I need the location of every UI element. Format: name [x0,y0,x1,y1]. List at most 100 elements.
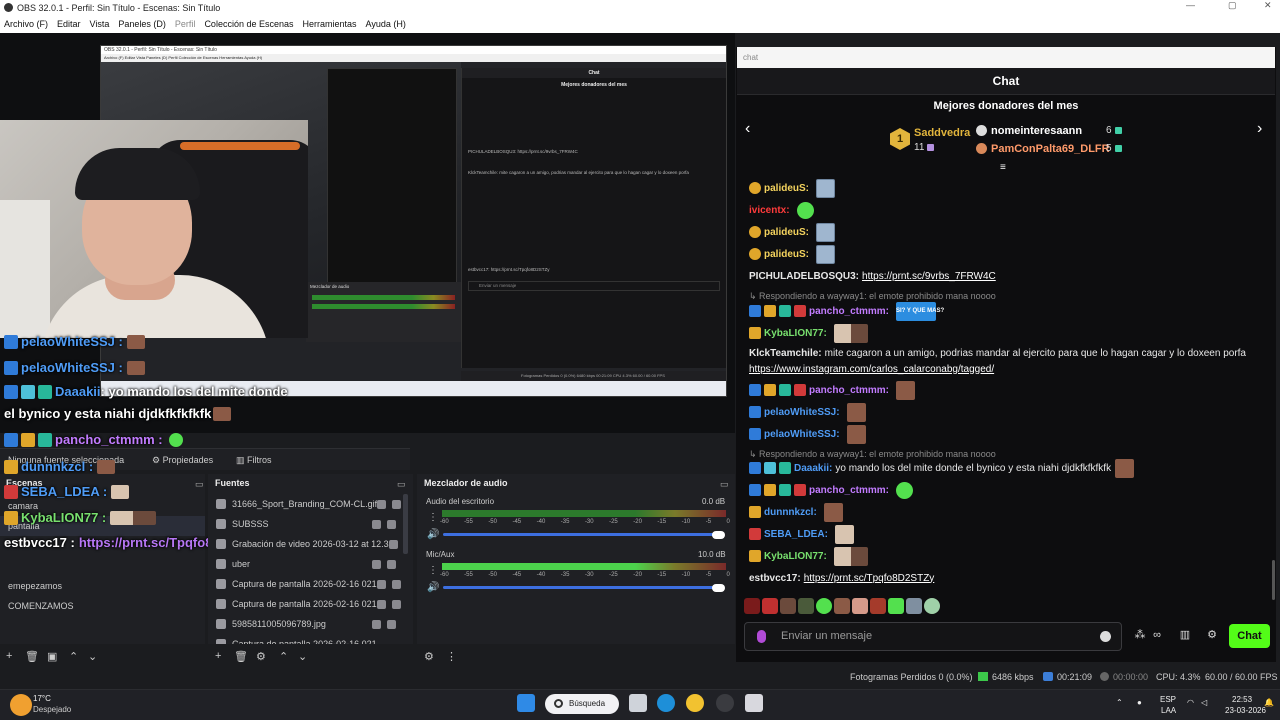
menu-perfil[interactable]: Perfil [175,19,196,29]
lock-icon[interactable] [387,559,396,569]
move-down-icon[interactable]: ⌄ [88,650,97,663]
kebab-icon[interactable]: ⋮ [428,512,438,523]
desktop-volume-slider[interactable] [443,533,723,536]
emote-icon[interactable] [924,598,940,614]
clock-time[interactable]: 22:53 [1232,695,1252,704]
menu-paneles[interactable]: Paneles (D) [118,19,166,29]
mic-tray-icon[interactable]: ● [1137,698,1142,707]
source-item[interactable]: Captura de pantalla 2026-02-16 021 [208,634,406,644]
chrome-icon[interactable] [686,694,704,712]
chat-username[interactable]: pelaoWhiteSSJ: [764,407,840,418]
chat-link[interactable]: https://www.instagram.com/carlos_calarco… [749,364,994,375]
lock-icon[interactable] [387,619,396,629]
scene-item[interactable]: COMENZAMOS [0,596,205,616]
move-down-icon[interactable]: ⌄ [298,650,307,663]
mic-volume-knob[interactable] [712,584,725,592]
task-view-icon[interactable] [629,694,647,712]
source-item[interactable]: 31666_Sport_Branding_COM-CL.gif [208,494,406,514]
notification-icon[interactable]: 🔔 [1264,698,1274,707]
menu-archivo[interactable]: Archivo (F) [4,19,48,29]
lock-icon[interactable] [391,599,401,609]
minimize-icon[interactable]: — [1186,0,1195,10]
chat-link[interactable]: https://prnt.sc/9vrbs_7FRW4C [862,271,996,282]
app-icon[interactable] [745,694,763,712]
chat-username[interactable]: estbvcc17: [749,573,801,584]
filters-button[interactable]: ▥ Filtros [236,455,272,466]
chat-link[interactable]: https://prnt.sc/Tpqfo8D2STZy [804,573,935,584]
infinity-icon[interactable]: ∞ [1151,629,1163,641]
menu-vista[interactable]: Vista [90,19,110,29]
lock-icon[interactable] [391,579,401,589]
clock-date[interactable]: 23-03-2026 [1225,706,1266,715]
wifi-icon[interactable]: ◠ [1187,698,1194,707]
collapse-icon[interactable]: ≡ [1000,162,1006,173]
dock-menu-icon[interactable]: ▭ [397,479,406,490]
volume-icon[interactable]: ◁ [1201,698,1207,707]
visibility-icon[interactable] [376,599,386,609]
chat-username[interactable]: palideuS: [764,227,809,238]
add-scene-button[interactable]: + [6,650,12,662]
chat-username[interactable]: PICHULADELBOSQU3: [749,271,859,282]
visibility-icon[interactable] [388,539,398,549]
scene-item[interactable] [0,556,205,576]
emote-icon[interactable] [834,598,850,614]
close-icon[interactable]: ✕ [1264,0,1272,11]
chat-username[interactable]: KybaLION77: [764,328,827,339]
source-item[interactable]: uber [208,554,406,574]
dock-menu-icon[interactable]: ▭ [720,479,729,490]
menu-coleccion-escenas[interactable]: Colección de Escenas [204,19,293,29]
language-top[interactable]: ESP [1160,695,1176,704]
chat-username[interactable]: KybaLION77: [764,551,827,562]
chat-username[interactable]: palideuS: [764,249,809,260]
visibility-icon[interactable] [377,499,387,509]
lock-icon[interactable] [392,499,402,509]
chat-username[interactable]: pelaoWhiteSSJ: [764,429,840,440]
emote-icon[interactable] [906,598,922,614]
emote-icon[interactable] [852,598,868,614]
dock-menu-icon[interactable]: ▭ [195,479,204,490]
emoji-icon[interactable] [1100,631,1111,642]
store-icon[interactable]: ▥ [1179,629,1191,641]
chat-username[interactable]: Daaakii: [794,463,832,474]
source-item[interactable]: Captura de pantalla 2026-02-16 021 [208,574,406,594]
remove-source-icon[interactable]: 🗑 [234,650,248,663]
visibility-icon[interactable] [376,579,386,589]
next-arrow-icon[interactable]: › [1257,120,1262,138]
move-up-icon[interactable]: ⌃ [279,650,288,663]
kebab-icon[interactable]: ⋮ [428,565,438,576]
source-settings-icon[interactable]: ⚙ [256,650,266,663]
lock-icon[interactable] [387,519,396,529]
mixer-settings-icon[interactable]: ⚙ [424,650,434,663]
visibility-icon[interactable] [372,559,381,569]
emote-icon[interactable] [798,598,814,614]
source-item[interactable]: 5985811005096789.jpg [208,614,406,634]
speaker-icon[interactable]: 🔊 [427,529,439,540]
tray-chevron-icon[interactable]: ⌃ [1116,698,1123,707]
chat-username[interactable]: pancho_ctmmm: [809,385,889,396]
language-bottom[interactable]: LAA [1161,706,1176,715]
remove-scene-icon[interactable]: 🗑 [25,650,39,663]
start-icon[interactable] [517,694,535,712]
emote-icon[interactable] [780,598,796,614]
chat-message-input[interactable]: Enviar un mensaje [744,622,1122,651]
chat-username[interactable]: dunnnkzcl: [764,507,817,518]
source-item[interactable]: Captura de pantalla 2026-02-16 021 [208,594,406,614]
chat-scrollbar[interactable] [1272,560,1275,600]
scene-filter-icon[interactable]: ▣ [47,650,57,663]
emote-icon[interactable] [762,598,778,614]
source-item[interactable]: SUBSSS [208,514,406,534]
emote-icon[interactable] [888,598,904,614]
send-chat-button[interactable]: Chat [1229,624,1270,648]
maximize-icon[interactable]: ▢ [1228,0,1237,11]
weather-icon[interactable] [10,694,32,716]
mic-volume-slider[interactable] [443,586,723,589]
emote-icon[interactable] [744,598,760,614]
taskbar-search[interactable]: Búsqueda [545,694,619,714]
mic-icon[interactable] [757,630,766,643]
chat-username[interactable]: SEBA_LDEA: [764,529,828,540]
chat-username[interactable]: palideuS: [764,183,809,194]
desktop-volume-knob[interactable] [712,531,725,539]
scene-item[interactable]: emepezamos [0,576,205,596]
move-up-icon[interactable]: ⌃ [69,650,78,663]
prev-arrow-icon[interactable]: ‹ [745,120,750,138]
